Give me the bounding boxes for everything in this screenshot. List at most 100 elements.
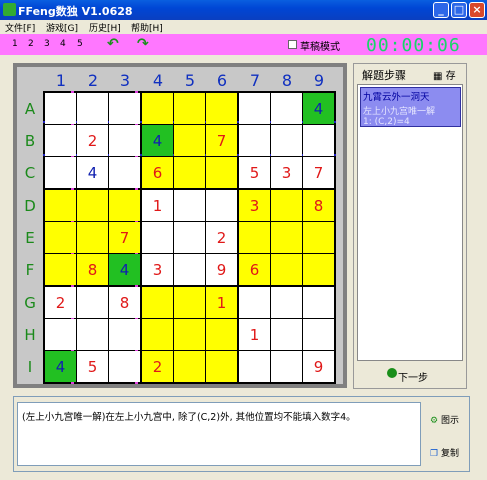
menu-help[interactable]: 帮助[H] — [131, 21, 163, 34]
cell-H5[interactable] — [174, 319, 205, 350]
cell-I2[interactable]: 5 — [77, 351, 108, 382]
cell-E6[interactable]: 2 — [206, 222, 237, 253]
cell-H9[interactable] — [303, 319, 334, 350]
cell-E4[interactable] — [142, 222, 173, 253]
cell-D1[interactable] — [45, 190, 76, 221]
cell-A6[interactable] — [206, 93, 237, 124]
cell-E8[interactable] — [271, 222, 302, 253]
cell-F1[interactable] — [45, 254, 76, 285]
cell-H7[interactable]: 1 — [239, 319, 270, 350]
cell-B7[interactable] — [239, 125, 270, 156]
cell-I6[interactable] — [206, 351, 237, 382]
cell-D4[interactable]: 1 — [142, 190, 173, 221]
cell-G5[interactable] — [174, 287, 205, 318]
cell-E9[interactable] — [303, 222, 334, 253]
cell-C2[interactable]: 4 — [77, 157, 108, 188]
cell-A4[interactable] — [142, 93, 173, 124]
cell-H3[interactable] — [109, 319, 140, 350]
cell-H4[interactable] — [142, 319, 173, 350]
cell-A2[interactable] — [77, 93, 108, 124]
menu-game[interactable]: 游戏[G] — [46, 21, 78, 34]
cell-H2[interactable] — [77, 319, 108, 350]
next-step-button[interactable]: 下一步 — [398, 369, 428, 384]
cell-I8[interactable] — [271, 351, 302, 382]
cell-A8[interactable] — [271, 93, 302, 124]
cell-E2[interactable] — [77, 222, 108, 253]
cell-G6[interactable]: 1 — [206, 287, 237, 318]
cell-G2[interactable] — [77, 287, 108, 318]
draft-mode-checkbox[interactable] — [288, 40, 297, 49]
cell-B3[interactable] — [109, 125, 140, 156]
cell-G7[interactable] — [239, 287, 270, 318]
cell-H1[interactable] — [45, 319, 76, 350]
cell-F6[interactable]: 9 — [206, 254, 237, 285]
level-2-button[interactable]: 2 — [28, 39, 34, 49]
cell-F9[interactable] — [303, 254, 334, 285]
cell-E3[interactable]: 7 — [109, 222, 140, 253]
show-hint-button[interactable]: ⚙ 图示 — [430, 413, 459, 426]
cell-G4[interactable] — [142, 287, 173, 318]
cell-D2[interactable] — [77, 190, 108, 221]
cell-C4[interactable]: 6 — [142, 157, 173, 188]
cell-B1[interactable] — [45, 125, 76, 156]
cell-D5[interactable] — [174, 190, 205, 221]
cell-I4[interactable]: 2 — [142, 351, 173, 382]
cell-A3[interactable] — [109, 93, 140, 124]
redo-arrow-icon[interactable]: ↷ — [137, 37, 155, 51]
cell-B5[interactable] — [174, 125, 205, 156]
cell-C6[interactable] — [206, 157, 237, 188]
cell-D7[interactable]: 3 — [239, 190, 270, 221]
cell-D6[interactable] — [206, 190, 237, 221]
close-button[interactable]: × — [469, 2, 485, 18]
cell-C1[interactable] — [45, 157, 76, 188]
cell-C8[interactable]: 3 — [271, 157, 302, 188]
cell-G1[interactable]: 2 — [45, 287, 76, 318]
cell-F4[interactable]: 3 — [142, 254, 173, 285]
cell-B8[interactable] — [271, 125, 302, 156]
cell-I3[interactable] — [109, 351, 140, 382]
level-3-button[interactable]: 3 — [44, 39, 50, 49]
cell-I1[interactable]: 4 — [45, 351, 76, 382]
next-step-icon[interactable] — [387, 368, 397, 378]
cell-G9[interactable] — [303, 287, 334, 318]
cell-H6[interactable] — [206, 319, 237, 350]
cell-C3[interactable] — [109, 157, 140, 188]
cell-F7[interactable]: 6 — [239, 254, 270, 285]
cell-E5[interactable] — [174, 222, 205, 253]
level-5-button[interactable]: 5 — [77, 39, 83, 49]
cell-A7[interactable] — [239, 93, 270, 124]
cell-E1[interactable] — [45, 222, 76, 253]
cell-I7[interactable] — [239, 351, 270, 382]
cell-B6[interactable]: 7 — [206, 125, 237, 156]
cell-G8[interactable] — [271, 287, 302, 318]
cell-A1[interactable] — [45, 93, 76, 124]
cell-A5[interactable] — [174, 93, 205, 124]
cell-I9[interactable]: 9 — [303, 351, 334, 382]
save-button[interactable]: ▦ 存 — [433, 67, 456, 82]
menu-file[interactable]: 文件[F] — [5, 21, 35, 34]
cell-B4[interactable]: 4 — [142, 125, 173, 156]
cell-D8[interactable] — [271, 190, 302, 221]
cell-D3[interactable] — [109, 190, 140, 221]
maximize-button[interactable]: □ — [451, 2, 467, 18]
copy-button[interactable]: ❐ 复制 — [430, 446, 459, 459]
level-1-button[interactable]: 1 — [12, 39, 18, 49]
cell-F8[interactable] — [271, 254, 302, 285]
cell-C7[interactable]: 5 — [239, 157, 270, 188]
cell-F2[interactable]: 8 — [77, 254, 108, 285]
minimize-button[interactable]: _ — [433, 2, 449, 18]
cell-G3[interactable]: 8 — [109, 287, 140, 318]
cell-C9[interactable]: 7 — [303, 157, 334, 188]
cell-H8[interactable] — [271, 319, 302, 350]
level-4-button[interactable]: 4 — [60, 39, 66, 49]
cell-E7[interactable] — [239, 222, 270, 253]
cell-D9[interactable]: 8 — [303, 190, 334, 221]
cell-F3[interactable]: 4 — [109, 254, 140, 285]
cell-C5[interactable] — [174, 157, 205, 188]
cell-A9[interactable]: 4 — [303, 93, 334, 124]
step-list-item[interactable]: 九霄云外一洞天 左上小九宫唯一解 1: (C,2)=4 — [360, 87, 461, 127]
undo-arrow-icon[interactable]: ↶ — [107, 37, 125, 51]
cell-I5[interactable] — [174, 351, 205, 382]
cell-F5[interactable] — [174, 254, 205, 285]
cell-B2[interactable]: 2 — [77, 125, 108, 156]
